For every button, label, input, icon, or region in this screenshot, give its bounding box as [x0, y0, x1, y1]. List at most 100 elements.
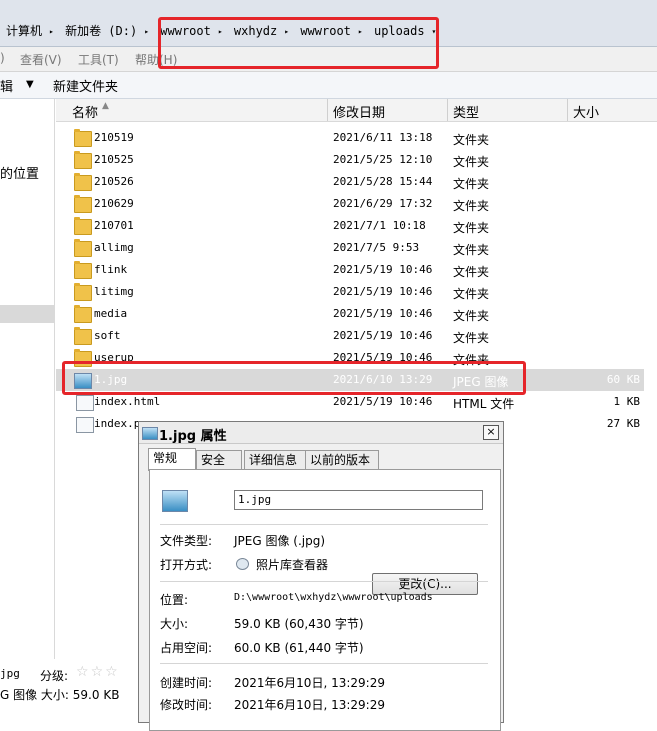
size-label: 大小:	[160, 617, 189, 631]
highlight-box-address	[158, 17, 439, 69]
file-row[interactable]: 210519 2021/6/11 13:18 文件夹	[56, 127, 644, 149]
tab-details[interactable]: 详细信息	[244, 450, 306, 470]
star-icon[interactable]: ☆	[105, 664, 118, 680]
file-type: 文件夹	[453, 287, 490, 301]
star-icon[interactable]: ☆	[91, 664, 104, 680]
open-with-value: 照片库查看器	[256, 558, 329, 572]
created-value: 2021年6月10日, 13:29:29	[234, 676, 385, 690]
open-with-label: 打开方式:	[160, 558, 213, 572]
status-filename: jpg	[0, 667, 20, 680]
crumb-drive[interactable]: 新加卷 (D:)	[65, 24, 137, 38]
folder-icon	[74, 305, 92, 323]
new-folder-button[interactable]: 新建文件夹	[53, 76, 118, 95]
folder-icon	[74, 261, 92, 279]
image-preview-icon	[162, 490, 188, 512]
chevron-right-icon[interactable]: ▸	[49, 27, 54, 36]
created-label: 创建时间:	[160, 676, 213, 690]
file-type: 文件夹	[453, 243, 490, 257]
file-type: 文件夹	[453, 155, 490, 169]
file-row[interactable]: 210526 2021/5/28 15:44 文件夹	[56, 171, 644, 193]
disk-size-value: 60.0 KB (61,440 字节)	[234, 641, 364, 655]
file-name: 210519	[94, 131, 134, 144]
file-row[interactable]: 210701 2021/7/1 10:18 文件夹	[56, 215, 644, 237]
document-icon	[76, 417, 94, 433]
file-row[interactable]: media 2021/5/19 10:46 文件夹	[56, 303, 644, 325]
file-date: 2021/5/25 12:10	[333, 153, 433, 166]
chevron-down-icon[interactable]: ▼	[26, 79, 34, 90]
column-size[interactable]: 大小	[573, 102, 599, 121]
file-row[interactable]: 210525 2021/5/25 12:10 文件夹	[56, 149, 644, 171]
file-size: 27 KB	[606, 417, 640, 430]
location-value: D:\wwwroot\wxhydz\wwwroot\uploads	[234, 592, 433, 603]
folder-icon	[74, 195, 92, 213]
tab-previous-versions[interactable]: 以前的版本	[305, 450, 379, 470]
file-type: 文件夹	[453, 177, 490, 191]
folder-icon	[74, 151, 92, 169]
folder-icon	[74, 217, 92, 235]
nav-item-partial[interactable]: 的位置	[0, 163, 39, 182]
menu-view[interactable]: 查看(V)	[20, 51, 62, 68]
file-name: flink	[94, 263, 128, 276]
column-divider[interactable]	[447, 99, 448, 121]
menu-tools[interactable]: 工具(T)	[78, 51, 119, 68]
file-type: 文件夹	[453, 133, 490, 147]
location-label: 位置:	[160, 593, 189, 607]
file-name: allimg	[94, 241, 134, 254]
sort-up-icon: ▲	[102, 101, 109, 111]
highlight-box-file	[62, 361, 526, 395]
column-header: 名称 ▲ 修改日期 类型 大小	[56, 99, 657, 122]
file-type-label: 文件类型:	[160, 534, 213, 548]
filename-input[interactable]: 1.jpg	[234, 490, 483, 510]
nav-selected-item[interactable]	[0, 305, 54, 323]
toolbar-edit-partial[interactable]: 辑	[0, 76, 13, 95]
file-date: 2021/5/19 10:46	[333, 329, 433, 342]
photo-viewer-icon	[236, 558, 249, 570]
file-date: 2021/5/19 10:46	[333, 263, 433, 276]
dialog-titlebar[interactable]: 1.jpg 属性 ×	[139, 422, 503, 444]
file-name: litimg	[94, 285, 134, 298]
dialog-title: 1.jpg 属性	[159, 429, 227, 444]
column-divider[interactable]	[327, 99, 328, 121]
status-type-size: G 图像 大小: 59.0 KB	[0, 688, 120, 702]
details-pane: jpg 分级: ☆ ☆ ☆ G 图像 大小: 59.0 KB	[0, 659, 140, 706]
file-date: 2021/6/29 17:32	[333, 197, 433, 210]
file-name: 210525	[94, 153, 134, 166]
file-row[interactable]: soft 2021/5/19 10:46 文件夹	[56, 325, 644, 347]
file-type: 文件夹	[453, 199, 490, 213]
folder-icon	[74, 129, 92, 147]
column-type[interactable]: 类型	[453, 102, 479, 121]
file-type: 文件夹	[453, 331, 490, 345]
close-button[interactable]: ×	[483, 425, 499, 440]
modified-value: 2021年6月10日, 13:29:29	[234, 698, 385, 712]
rating-stars[interactable]: ☆ ☆ ☆	[76, 664, 120, 680]
column-name[interactable]: 名称	[72, 102, 98, 121]
file-row[interactable]: allimg 2021/7/5 9:53 文件夹	[56, 237, 644, 259]
star-icon[interactable]: ☆	[76, 664, 89, 680]
file-type: HTML 文件	[453, 397, 515, 411]
file-row[interactable]: 210629 2021/6/29 17:32 文件夹	[56, 193, 644, 215]
file-date: 2021/5/19 10:46	[333, 285, 433, 298]
folder-icon	[74, 327, 92, 345]
chevron-right-icon[interactable]: ▸	[144, 27, 149, 36]
file-name: soft	[94, 329, 121, 342]
crumb-computer[interactable]: 计算机	[6, 24, 42, 38]
file-date: 2021/6/11 13:18	[333, 131, 433, 144]
file-row[interactable]: flink 2021/5/19 10:46 文件夹	[56, 259, 644, 281]
status-rating-label: 分级:	[40, 669, 69, 683]
file-date: 2021/7/5 9:53	[333, 241, 420, 254]
column-date[interactable]: 修改日期	[333, 102, 385, 121]
navigation-pane[interactable]: 的位置	[0, 99, 55, 659]
tab-security[interactable]: 安全	[196, 450, 242, 470]
tab-general[interactable]: 常规	[148, 448, 196, 471]
column-divider[interactable]	[567, 99, 568, 121]
file-type: 文件夹	[453, 221, 490, 235]
file-row[interactable]: litimg 2021/5/19 10:46 文件夹	[56, 281, 644, 303]
properties-dialog[interactable]: 1.jpg 属性 × 常规 安全 详细信息 以前的版本 1.jpg 文件类型: …	[138, 421, 504, 731]
file-type-value: JPEG 图像 (.jpg)	[234, 534, 326, 548]
file-date: 2021/5/19 10:46	[333, 395, 433, 408]
disk-size-label: 占用空间:	[160, 641, 213, 655]
file-size: 1 KB	[613, 395, 641, 408]
folder-icon	[74, 239, 92, 257]
divider	[160, 663, 488, 664]
menu-edge: )	[0, 51, 5, 65]
